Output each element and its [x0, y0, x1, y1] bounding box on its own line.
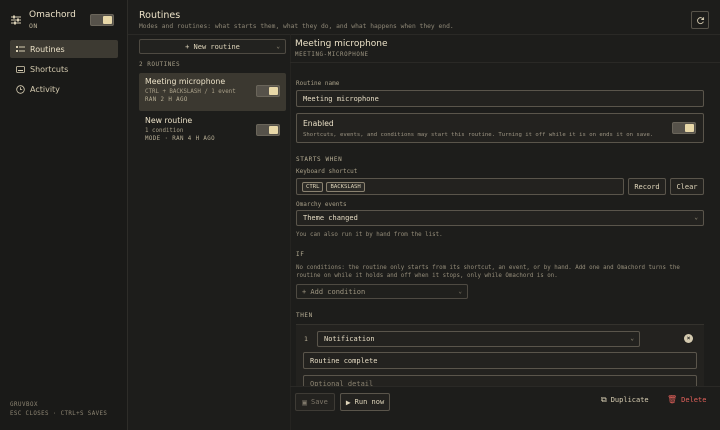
sidebar-item-label: Shortcuts — [30, 64, 69, 74]
close-icon: × — [686, 335, 691, 342]
routine-slug: MEETING-MICROPHONE — [295, 52, 369, 58]
play-icon: ▶ — [345, 397, 351, 407]
record-button[interactable]: Record — [628, 178, 666, 195]
shortcut-label: Keyboard shortcut — [296, 168, 358, 175]
new-routine-button[interactable]: + New routine ⌄ — [139, 39, 286, 54]
routines-icon — [15, 44, 25, 54]
copy-icon: ⧉ — [601, 395, 607, 404]
sidebar-item-routines[interactable]: Routines — [10, 40, 118, 58]
save-label: Save — [310, 398, 328, 406]
save-icon: ▣ — [302, 397, 307, 407]
action-type-select[interactable]: Notification ⌄ — [317, 331, 640, 347]
footer-divider — [290, 386, 720, 387]
then-heading: THEN — [296, 312, 313, 319]
run-now-button[interactable]: ▶ Run now — [340, 393, 390, 411]
then-action-panel: Notification ⌄ Routine complete Optional… — [296, 324, 704, 386]
keyboard-hint: ESC CLOSES · CTRL+S SAVES — [10, 411, 108, 417]
column-divider — [290, 34, 291, 430]
action-index: 1 — [304, 335, 308, 343]
detail-divider — [290, 62, 720, 63]
routine-enable-toggle[interactable] — [256, 85, 280, 97]
routine-last-run: MODE · RAN 4 H AGO — [145, 136, 216, 142]
routine-title: Meeting microphone — [295, 39, 388, 49]
add-condition-select[interactable]: + Add condition ⌄ — [296, 284, 468, 299]
theme-label: GRUVBOX — [10, 402, 38, 408]
new-routine-label: + New routine — [185, 42, 240, 51]
shortcut-key: CTRL — [302, 181, 324, 192]
sidebar-item-label: Routines — [30, 44, 65, 54]
trash-icon: 🗑 — [667, 395, 678, 404]
routine-enable-toggle[interactable] — [256, 124, 280, 136]
save-button[interactable]: ▣ Save — [295, 393, 335, 411]
notification-title-input[interactable]: Routine complete — [303, 352, 697, 369]
add-condition-label: + Add condition — [302, 287, 366, 296]
chevron-down-icon: ⌄ — [630, 335, 634, 342]
routine-card-new-routine[interactable]: New routine 1 condition MODE · RAN 4 H A… — [139, 112, 286, 150]
clear-button[interactable]: Clear — [670, 178, 704, 195]
if-heading: IF — [296, 251, 305, 258]
routine-last-run: RAN 2 H AGO — [145, 97, 188, 103]
event-select[interactable]: Theme changed ⌄ — [296, 210, 704, 226]
enabled-toggle[interactable] — [672, 122, 696, 134]
remove-action-button[interactable]: × — [684, 334, 693, 343]
conditions-hint: No conditions: the routine only starts f… — [296, 265, 680, 279]
app-power-toggle[interactable] — [90, 14, 114, 26]
duplicate-button[interactable]: ⧉ Duplicate — [601, 395, 649, 405]
page-title: Routines — [139, 10, 181, 21]
delete-label: Delete — [681, 395, 707, 404]
sliders-icon — [11, 15, 21, 25]
duplicate-label: Duplicate — [610, 396, 649, 404]
routine-name-label: Routine name — [296, 80, 340, 87]
routine-count: 2 ROUTINES — [139, 61, 181, 68]
enabled-panel: Enabled Shortcuts, events, and condition… — [296, 113, 704, 143]
events-label: Omarchy events — [296, 201, 347, 208]
page-subtitle: Modes and routines: what starts them, wh… — [139, 23, 454, 30]
action-type-value: Notification — [324, 335, 375, 343]
sidebar: Omachord ON Routines Shortcuts Activity … — [0, 0, 128, 430]
shortcut-field[interactable]: CTRL BACKSLASH — [296, 178, 624, 195]
routine-name-input[interactable]: Meeting microphone — [296, 90, 704, 107]
delete-button[interactable]: 🗑 Delete — [667, 395, 706, 404]
starts-when-heading: STARTS WHEN — [296, 156, 343, 163]
event-select-value: Theme changed — [303, 214, 358, 222]
clock-icon — [15, 84, 25, 94]
keyboard-icon — [15, 64, 25, 74]
sidebar-item-activity[interactable]: Activity — [10, 80, 118, 98]
app-state: ON — [29, 22, 38, 30]
sidebar-item-shortcuts[interactable]: Shortcuts — [10, 60, 118, 78]
enabled-title: Enabled — [303, 119, 334, 128]
header-divider — [128, 34, 720, 35]
chevron-down-icon: ⌄ — [458, 288, 462, 295]
enabled-description: Shortcuts, events, and conditions may st… — [303, 132, 654, 138]
run-now-label: Run now — [354, 398, 385, 406]
chevron-down-icon: ⌄ — [694, 214, 698, 221]
app-name: Omachord — [29, 10, 76, 20]
refresh-icon — [696, 16, 704, 24]
chevron-down-icon: ⌄ — [276, 43, 280, 50]
shortcut-key: BACKSLASH — [326, 181, 365, 192]
manual-run-hint: You can also run it by hand from the lis… — [296, 232, 443, 238]
routine-card-meeting-microphone[interactable]: Meeting microphone CTRL + BACKSLASH / 1 … — [139, 73, 286, 111]
sidebar-item-label: Activity — [30, 84, 60, 94]
refresh-button[interactable] — [691, 11, 709, 29]
notification-body-input[interactable]: Optional detail — [303, 375, 697, 386]
